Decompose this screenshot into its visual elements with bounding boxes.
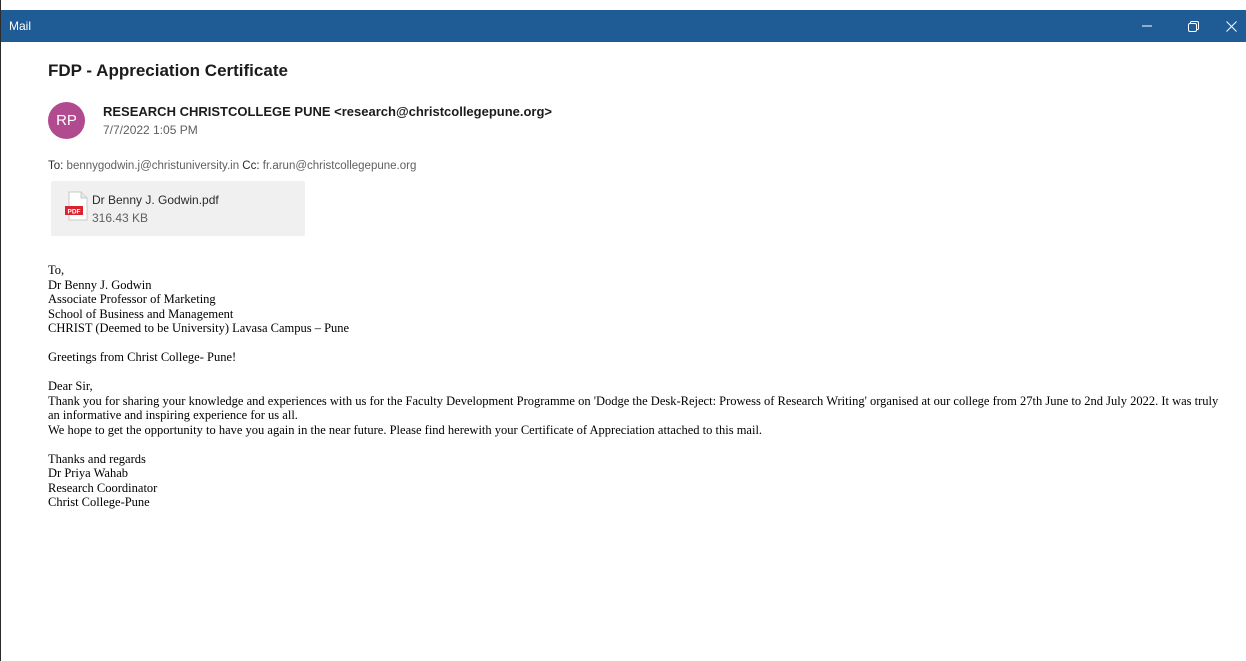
- pdf-file-icon: PDF: [65, 191, 88, 221]
- address-line: School of Business and Management: [48, 306, 234, 321]
- attachment-card[interactable]: PDF Dr Benny J. Godwin.pdf 316.43 KB: [51, 181, 305, 236]
- address-line: Dr Benny J. Godwin: [48, 277, 152, 292]
- cc-address[interactable]: fr.arun@christcollegepune.org: [263, 160, 417, 172]
- to-address[interactable]: bennygodwin.j@christuniversity.in: [67, 160, 240, 172]
- avatar-initials: RP: [56, 112, 77, 129]
- attachment-file-name: Dr Benny J. Godwin.pdf: [92, 193, 219, 207]
- recipients-line: To: bennygodwin.j@christuniversity.in Cc…: [48, 160, 416, 172]
- signature-line: Thanks and regards: [48, 451, 146, 466]
- pdf-icon-label: PDF: [68, 208, 81, 215]
- restore-button[interactable]: [1173, 10, 1213, 42]
- address-line: CHRIST (Deemed to be University) Lavasa …: [48, 321, 350, 335]
- close-button[interactable]: [1215, 10, 1246, 42]
- sender-email: <research@christcollegepune.org>: [334, 104, 553, 119]
- message-subject: FDP - Appreciation Certificate: [48, 61, 288, 80]
- address-line: To,: [48, 263, 65, 277]
- message-body: To, Dr Benny J. Godwin Associate Profess…: [48, 263, 1228, 510]
- sender-avatar[interactable]: RP: [48, 102, 85, 139]
- message-date: 7/7/2022 1:05 PM: [103, 123, 198, 137]
- signature-line: Research Coordinator: [48, 480, 158, 495]
- restore-icon: [1187, 20, 1199, 32]
- address-line: Associate Professor of Marketing: [48, 292, 216, 306]
- cc-label: Cc:: [242, 160, 260, 172]
- signature-line: Christ College-Pune: [48, 495, 150, 509]
- body-paragraph: We hope to get the opportunity to have y…: [48, 422, 763, 437]
- greeting-line: Greetings from Christ College- Pune!: [48, 350, 237, 364]
- minimize-button[interactable]: [1127, 10, 1167, 42]
- close-icon: [1225, 20, 1237, 32]
- attachment-file-size: 316.43 KB: [92, 211, 149, 225]
- to-label: To:: [48, 160, 64, 172]
- sender-name: RESEARCH CHRISTCOLLEGE PUNE: [103, 104, 331, 119]
- minimize-icon: [1142, 25, 1152, 27]
- salutation-line: Dear Sir,: [48, 379, 93, 393]
- body-paragraph: Thank you for sharing your knowledge and…: [48, 393, 1219, 423]
- mail-window: Mail FDP - Appreciation Certificate RP R…: [0, 0, 1246, 661]
- sender-line[interactable]: RESEARCH CHRISTCOLLEGE PUNE <research@ch…: [103, 104, 552, 119]
- signature-line: Dr Priya Wahab: [48, 466, 128, 480]
- title-bar[interactable]: Mail: [1, 10, 1246, 42]
- app-title: Mail: [9, 19, 32, 33]
